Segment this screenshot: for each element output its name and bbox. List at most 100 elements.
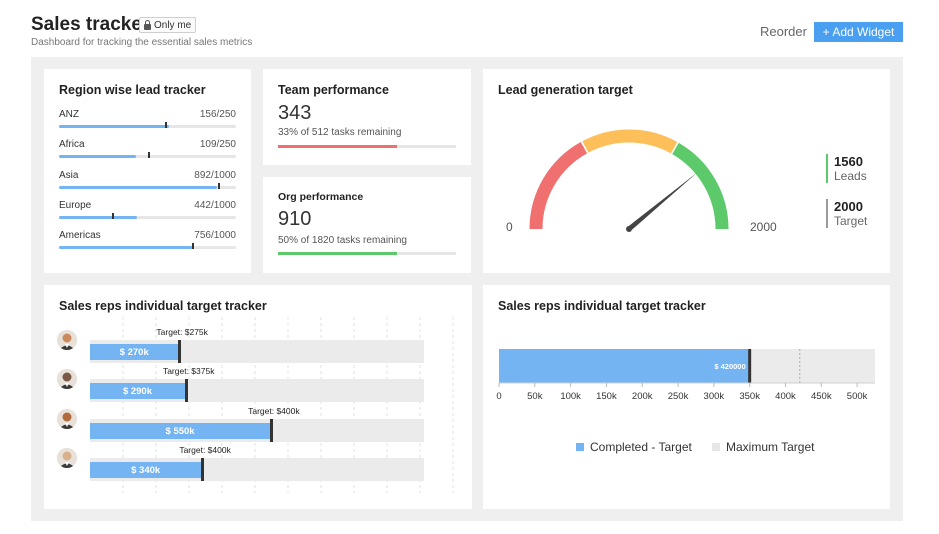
- rep-target-label: Target: $400k: [179, 445, 231, 455]
- page-title: Sales tracker: [31, 14, 150, 35]
- team-card-title: Team performance: [278, 83, 389, 97]
- avatar[interactable]: [57, 369, 77, 389]
- rep-target-label: Target: $275k: [156, 327, 208, 337]
- region-card-title: Region wise lead tracker: [59, 83, 206, 97]
- region-name: Asia: [59, 170, 79, 181]
- legend-completed[interactable]: Completed - Target: [576, 440, 692, 454]
- region-target-marker: [191, 243, 194, 249]
- gauge-segment-red: [529, 141, 588, 230]
- rep-row[interactable]: $ 340k Target: $400k: [57, 436, 432, 481]
- team-performance-card[interactable]: Team performance 343 33% of 512 tasks re…: [263, 69, 471, 165]
- region-progress-fill: [59, 246, 193, 249]
- target-legend: 2000 Target: [826, 199, 886, 228]
- avatar[interactable]: [57, 409, 77, 429]
- add-widget-button[interactable]: + Add Widget: [814, 22, 903, 42]
- reorder-button[interactable]: Reorder: [760, 24, 807, 39]
- region-row-anz: ANZ 156/250: [59, 109, 236, 139]
- x-tick-label: 250k: [668, 391, 689, 402]
- gauge-needle: [627, 172, 698, 231]
- org-performance-value: 910: [278, 208, 312, 230]
- x-tick-label: 50k: [527, 391, 543, 402]
- lock-icon: [144, 19, 151, 30]
- region-value: 756/1000: [194, 230, 236, 241]
- x-tick-label: 400k: [775, 391, 796, 402]
- team-performance-sub: 33% of 512 tasks remaining: [278, 127, 402, 138]
- person-icon: [57, 369, 77, 389]
- lead-generation-card[interactable]: Lead generation target 0 2000 1560 Leads…: [483, 69, 890, 273]
- legend-completed-label: Completed - Target: [590, 440, 692, 454]
- rep-row[interactable]: $ 550k Target: $400k: [57, 397, 432, 442]
- target-label: Target: [834, 214, 868, 228]
- rep-bar-track: $ 340k: [90, 458, 424, 481]
- gauge-segment-green: [672, 142, 729, 230]
- org-progress-fill: [278, 252, 398, 255]
- region-name: Americas: [59, 230, 101, 241]
- region-value: 156/250: [199, 109, 236, 120]
- org-performance-sub: 50% of 1820 tasks remaining: [278, 235, 407, 246]
- team-performance-value: 343: [278, 102, 312, 124]
- sales-reps-card[interactable]: Sales reps individual target tracker $ 2…: [44, 285, 472, 509]
- legend-completed-swatch: [576, 443, 584, 451]
- region-target-marker: [165, 122, 168, 128]
- region-row-asia: Asia 892/1000: [59, 170, 236, 200]
- avatar[interactable]: [57, 330, 77, 350]
- rep-target-label: Target: $400k: [248, 406, 300, 416]
- region-progress-track: [59, 183, 236, 189]
- page-header: Sales tracker Only me Dashboard for trac…: [31, 12, 903, 52]
- region-progress-fill: [59, 125, 170, 128]
- x-tick-label: 0: [496, 391, 501, 402]
- legend-maximum[interactable]: Maximum Target: [712, 440, 814, 454]
- region-name: Europe: [59, 200, 92, 211]
- region-progress-track: [59, 213, 236, 219]
- x-tick-label: 350k: [739, 391, 760, 402]
- rep-row[interactable]: $ 270k Target: $275k: [57, 318, 432, 363]
- region-name: ANZ: [59, 109, 79, 120]
- x-tick-label: 500k: [847, 391, 868, 402]
- target-value: 2000: [834, 199, 863, 214]
- gauge-segment-yellow: [582, 129, 678, 154]
- org-performance-card[interactable]: Org performance 910 50% of 1820 tasks re…: [263, 177, 471, 273]
- team-progress-fill: [278, 145, 398, 148]
- region-progress-fill: [59, 155, 137, 158]
- visibility-badge[interactable]: Only me: [139, 17, 197, 33]
- page-subtitle: Dashboard for tracking the essential sal…: [31, 37, 253, 48]
- gauge-needle-hub: [626, 226, 632, 232]
- leads-label: Leads: [834, 169, 867, 183]
- rep-target-label: Target: $375k: [162, 366, 215, 376]
- region-row-europe: Europe 442/1000: [59, 200, 236, 230]
- region-row-africa: Africa 109/250: [59, 139, 236, 169]
- person-icon: [57, 448, 77, 468]
- region-target-marker: [218, 183, 221, 189]
- region-value: 442/1000: [194, 200, 236, 211]
- gauge-min-label: 0: [506, 220, 513, 234]
- region-progress-track: [59, 243, 236, 249]
- org-card-title: Org performance: [278, 191, 364, 203]
- leads-value: 1560: [834, 154, 863, 169]
- region-lead-card[interactable]: Region wise lead tracker ANZ 156/250 Afric…: [44, 69, 251, 273]
- region-progress-fill: [59, 216, 138, 219]
- avatar[interactable]: [57, 448, 77, 468]
- legend-maximum-swatch: [712, 443, 720, 451]
- region-progress-track: [59, 122, 236, 128]
- x-tick-label: 150k: [596, 391, 617, 402]
- sales-reps-chart-card[interactable]: Sales reps individual target tracker $ 4…: [483, 285, 890, 509]
- region-value: 892/1000: [194, 170, 236, 181]
- completed-bar: [499, 349, 750, 383]
- region-progress-fill: [59, 186, 217, 189]
- region-target-marker: [147, 152, 150, 158]
- region-value: 109/250: [199, 139, 236, 150]
- region-name: Africa: [59, 139, 85, 150]
- completed-bar-label: $ 420000: [714, 362, 745, 371]
- region-progress-track: [59, 152, 236, 158]
- x-tick-label: 200k: [632, 391, 653, 402]
- leads-legend: 1560 Leads: [826, 154, 886, 183]
- region-target-marker: [112, 213, 115, 219]
- rep-bar-fill: $ 340k: [90, 462, 202, 478]
- legend-maximum-label: Maximum Target: [726, 440, 815, 454]
- rep-row[interactable]: $ 290k Target: $375k: [57, 357, 432, 402]
- team-progress-track: [278, 145, 456, 148]
- visibility-badge-label: Only me: [154, 20, 192, 31]
- person-icon: [57, 409, 77, 429]
- rep-target-marker: [201, 458, 205, 481]
- person-icon: [57, 330, 77, 350]
